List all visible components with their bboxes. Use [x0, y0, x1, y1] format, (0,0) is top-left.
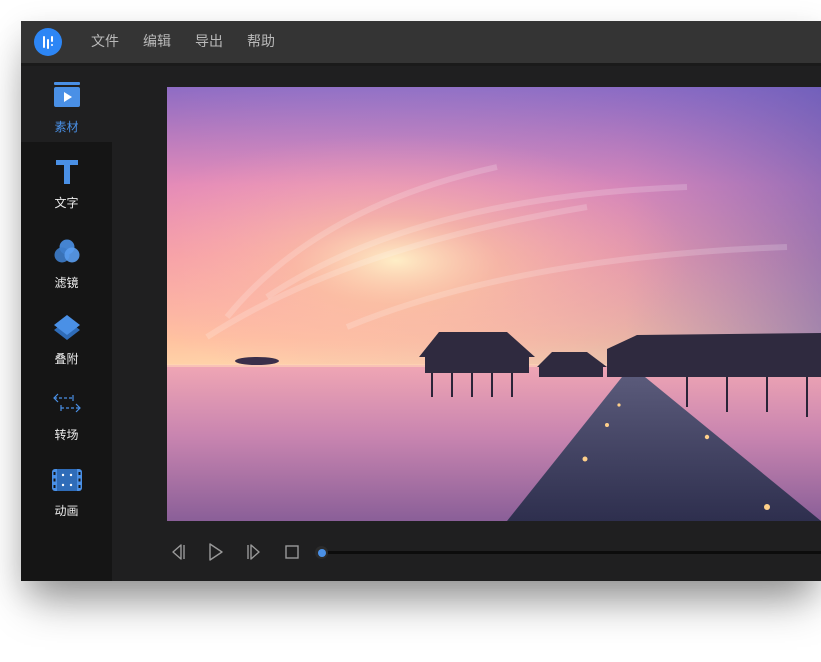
sunset-water-villa-image [167, 87, 821, 521]
menu-help[interactable]: 帮助 [247, 21, 275, 63]
app-logo-icon [34, 28, 62, 56]
transition-icon [53, 393, 81, 413]
editor-window: 文件 编辑 导出 帮助 素材 文字 滤镜 叠附 转场 动画 [21, 21, 821, 581]
sidebar-item-label: 叠附 [54, 352, 79, 366]
sidebar-item-label: 动画 [54, 504, 79, 518]
sidebar-item-label: 文字 [54, 196, 79, 210]
sidebar-item-filter[interactable]: 滤镜 [21, 222, 112, 298]
sidebar-item-label: 素材 [54, 120, 79, 134]
stop-icon[interactable] [282, 542, 302, 562]
menu-file[interactable]: 文件 [91, 21, 119, 63]
progress-thumb[interactable] [315, 546, 328, 559]
sidebar-item-overlay[interactable]: 叠附 [21, 298, 112, 374]
playback-controls [167, 536, 821, 568]
menu-export[interactable]: 导出 [195, 21, 223, 63]
sidebar: 素材 文字 滤镜 叠附 转场 动画 [21, 66, 112, 581]
animation-icon [52, 469, 82, 491]
play-icon[interactable] [205, 542, 225, 562]
filter-icon [54, 239, 80, 263]
sidebar-item-media[interactable]: 素材 [21, 66, 112, 142]
menu-bar: 文件 编辑 导出 帮助 [21, 21, 821, 66]
sidebar-item-animation[interactable]: 动画 [21, 450, 112, 526]
previous-frame-icon[interactable] [168, 542, 188, 562]
next-frame-icon[interactable] [244, 542, 264, 562]
media-icon [54, 82, 80, 107]
progress-track[interactable] [321, 551, 821, 554]
sidebar-item-transition[interactable]: 转场 [21, 374, 112, 450]
overlay-icon [54, 315, 80, 340]
menu-edit[interactable]: 编辑 [143, 21, 171, 63]
video-preview [167, 87, 821, 521]
sidebar-item-label: 转场 [54, 428, 79, 442]
sidebar-item-text[interactable]: 文字 [21, 142, 112, 218]
sidebar-item-label: 滤镜 [54, 276, 79, 290]
text-icon [56, 160, 78, 184]
